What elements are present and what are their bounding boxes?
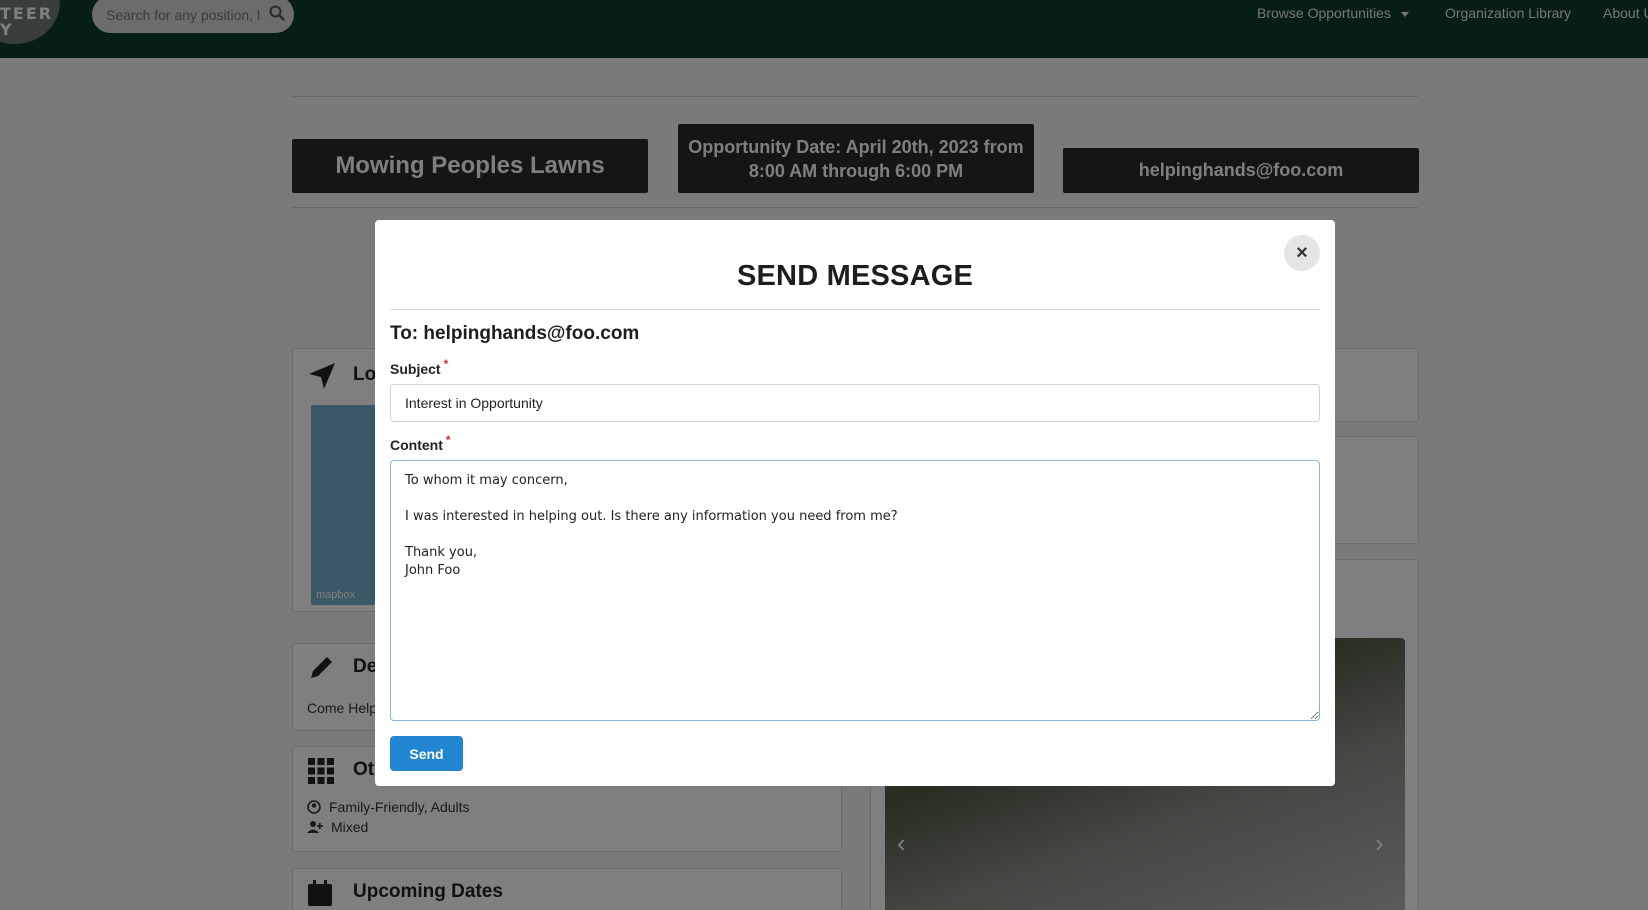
subject-input[interactable]: [390, 384, 1320, 422]
content-label-text: Content: [390, 437, 443, 453]
subject-label: Subject *: [390, 357, 448, 377]
content-label: Content *: [390, 433, 451, 453]
modal-title: SEND MESSAGE: [736, 260, 974, 292]
modal-divider: [390, 309, 1320, 310]
content-textarea[interactable]: To whom it may concern, I was interested…: [390, 460, 1320, 721]
required-marker: *: [445, 433, 451, 447]
subject-label-text: Subject: [390, 361, 441, 377]
send-button[interactable]: Send: [390, 736, 463, 771]
recipient-line: To: helpinghands@foo.com: [390, 323, 640, 344]
required-marker: *: [443, 357, 449, 371]
send-message-modal: × SEND MESSAGE To: helpinghands@foo.com …: [375, 220, 1335, 786]
